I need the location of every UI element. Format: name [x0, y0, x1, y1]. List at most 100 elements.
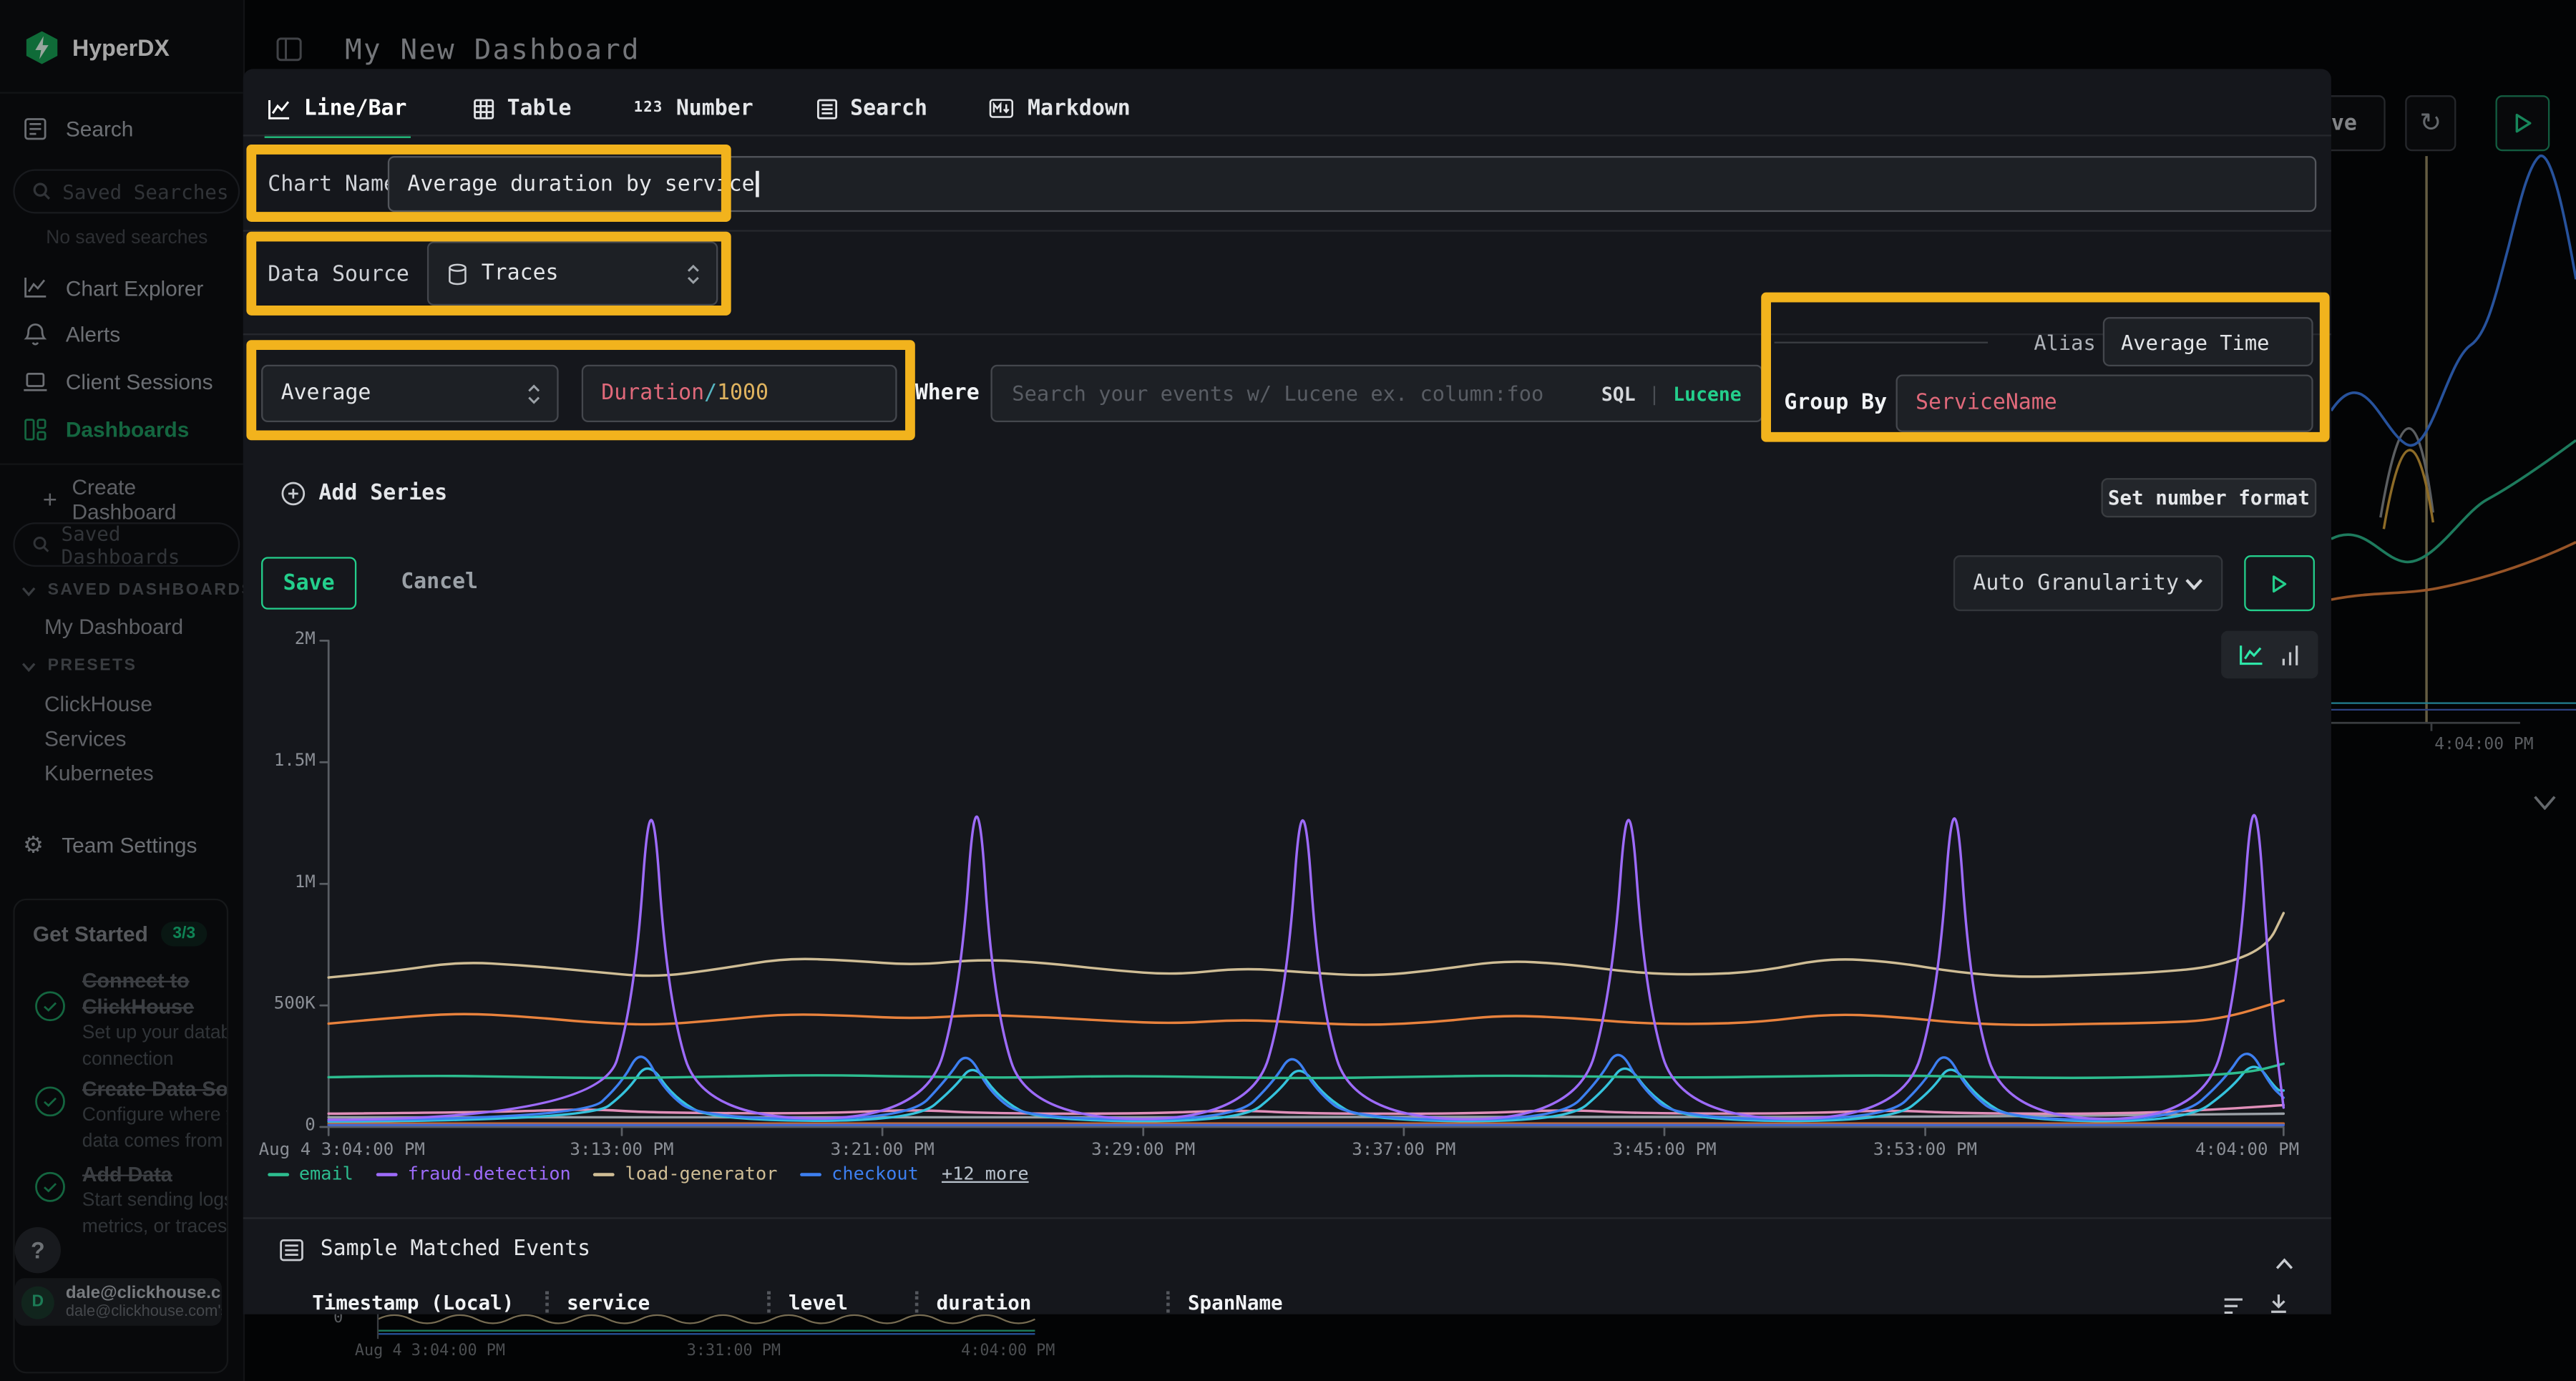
sidebar-item-services[interactable]: Services — [44, 726, 126, 751]
column-header[interactable]: duration — [937, 1292, 1032, 1314]
collapse-section-icon[interactable] — [2275, 1245, 2293, 1277]
column-separator[interactable] — [545, 1292, 549, 1313]
bell-icon — [23, 321, 47, 346]
saved-dashboards-placeholder: Saved Dashboards — [62, 522, 238, 567]
get-started-item[interactable]: Create Data SourceConfigure where yourda… — [34, 1076, 228, 1155]
tab-number[interactable]: 123 Number — [634, 82, 753, 135]
where-label: Where — [915, 381, 980, 406]
x-axis-tick-label: 4:04:00 PM — [2195, 1140, 2299, 1160]
create-dashboard-button[interactable]: + Create Dashboard — [0, 477, 243, 522]
column-header[interactable]: service — [567, 1292, 650, 1314]
run-chart-button[interactable] — [2244, 555, 2315, 611]
section-divider — [243, 1217, 2331, 1219]
data-source-select[interactable]: Traces — [427, 242, 718, 306]
create-dashboard-label: Create Dashboard — [72, 475, 243, 524]
column-separator[interactable] — [767, 1292, 771, 1313]
lang-sql-toggle[interactable]: SQL — [1601, 382, 1636, 405]
get-started-item-title: Connect to — [82, 967, 228, 994]
field-expression-input[interactable]: Duration/1000 — [582, 365, 897, 422]
chevron-down-icon — [21, 585, 36, 595]
add-series-button[interactable]: Add Series — [281, 482, 448, 506]
sidebar-collapse-icon[interactable] — [276, 36, 303, 71]
column-separator[interactable] — [915, 1292, 919, 1313]
sidebar-item-label: Chart Explorer — [66, 275, 203, 300]
column-header[interactable]: Timestamp (Local) — [312, 1292, 514, 1314]
alias-input[interactable]: Average Time — [2103, 317, 2313, 366]
set-number-format-button[interactable]: Set number format — [2101, 478, 2316, 517]
sidebar-item-my-dashboard[interactable]: My Dashboard — [44, 615, 183, 639]
column-header[interactable]: level — [789, 1292, 848, 1314]
save-button[interactable]: Save — [261, 557, 356, 609]
field-expression-part: / — [704, 381, 717, 406]
text-cursor — [756, 171, 758, 197]
app-window: My New Dashboard Save ↻ 4:04:00 PM — [0, 0, 2576, 1381]
cancel-button[interactable]: Cancel — [401, 570, 478, 595]
chart-name-label: Chart Name — [268, 172, 396, 197]
play-icon — [2272, 574, 2287, 592]
sidebar-item-search[interactable]: Search — [0, 105, 243, 151]
where-placeholder: Search your events w/ Lucene ex. column:… — [1012, 381, 1543, 406]
avatar: D — [21, 1286, 54, 1319]
tab-markdown[interactable]: Markdown — [990, 82, 1131, 135]
section-presets[interactable]: PRESETS — [21, 657, 137, 675]
sidebar-item-label: Client Sessions — [66, 369, 213, 393]
check-circle-icon — [34, 990, 66, 1022]
get-started-item[interactable]: Add DataStart sending logs,metrics, or t… — [34, 1161, 228, 1240]
list-icon — [279, 1238, 303, 1261]
sidebar-item-alerts[interactable]: Alerts — [0, 311, 243, 356]
select-chevrons-icon — [687, 263, 716, 283]
legend-item[interactable]: fraud-detection — [376, 1163, 571, 1185]
saved-searches-input[interactable]: Saved Searches — [13, 169, 240, 213]
where-search-input[interactable]: Search your events w/ Lucene ex. column:… — [990, 365, 1762, 422]
section-saved-dashboards[interactable]: SAVED DASHBOARDS — [21, 582, 245, 600]
y-axis-tick-label: 500K — [243, 994, 316, 1014]
x-axis-tick-label: 3:29:00 PM — [1091, 1140, 1195, 1160]
field-expression-part: Duration — [601, 381, 704, 406]
legend-item[interactable]: load-generator — [594, 1163, 777, 1185]
sort-icon[interactable] — [2223, 1292, 2244, 1323]
chevron-down-icon — [21, 661, 36, 671]
sidebar-item-client-sessions[interactable]: Client Sessions — [0, 358, 243, 404]
help-button[interactable]: ? — [15, 1227, 61, 1273]
check-circle-icon — [34, 1086, 66, 1118]
page-title: My New Dashboard — [345, 34, 640, 67]
column-header[interactable]: SpanName — [1188, 1292, 1283, 1314]
data-source-label: Data Source — [268, 263, 409, 287]
list-icon — [816, 98, 837, 119]
tab-search[interactable]: Search — [816, 82, 927, 135]
y-axis-tick-label: 1.5M — [243, 751, 316, 771]
legend-item[interactable]: checkout — [801, 1163, 919, 1185]
legend-dash-icon — [801, 1172, 822, 1176]
aggregation-select[interactable]: Average — [261, 365, 559, 422]
sidebar-item-clickhouse[interactable]: ClickHouse — [44, 692, 152, 716]
sidebar-item-kubernetes[interactable]: Kubernetes — [44, 761, 154, 785]
background-chart-time-label: 4:04:00 PM — [2426, 736, 2542, 754]
sidebar-item-team-settings[interactable]: ⚙ Team Settings — [0, 821, 243, 867]
sidebar-item-dashboards[interactable]: Dashboards — [0, 406, 243, 452]
x-axis-tick-label: 3:37:00 PM — [1352, 1140, 1455, 1160]
user-menu[interactable]: D dale@clickhouse.c dale@clickhouse.com'… — [15, 1278, 222, 1326]
legend-item[interactable]: email — [268, 1163, 353, 1185]
circle-plus-icon — [281, 482, 306, 506]
timeseries-chart[interactable] — [316, 634, 2297, 1160]
lang-lucene-toggle[interactable]: Lucene — [1673, 382, 1741, 405]
number-123-icon: 123 — [634, 100, 663, 117]
granularity-select[interactable]: Auto Granularity — [1953, 555, 2223, 611]
background-chart-right — [2331, 99, 2576, 756]
get-started-item-desc: data comes from — [82, 1128, 228, 1155]
download-icon[interactable] — [2269, 1289, 2289, 1321]
saved-dashboards-input[interactable]: Saved Dashboards — [13, 522, 240, 567]
chart-name-input[interactable]: Average duration by service — [388, 156, 2316, 212]
tab-table[interactable]: Table — [472, 82, 571, 135]
column-separator[interactable] — [1166, 1292, 1170, 1313]
legend-more-link[interactable]: +12 more — [942, 1163, 1029, 1185]
get-started-item[interactable]: Connect toClickHouseSet up your database… — [34, 967, 228, 1073]
legend-label: fraud-detection — [408, 1163, 571, 1185]
sidebar-item-chart-explorer[interactable]: Chart Explorer — [0, 265, 243, 311]
group-by-input[interactable]: ServiceName — [1896, 374, 2313, 431]
get-started-item-desc: Start sending logs, — [82, 1188, 228, 1214]
tab-line-bar[interactable]: Line/Bar — [265, 82, 410, 138]
lang-separator: | — [1649, 382, 1660, 405]
scroll-down-icon[interactable] — [2533, 789, 2556, 818]
alias-label: Alias — [2034, 330, 2095, 354]
